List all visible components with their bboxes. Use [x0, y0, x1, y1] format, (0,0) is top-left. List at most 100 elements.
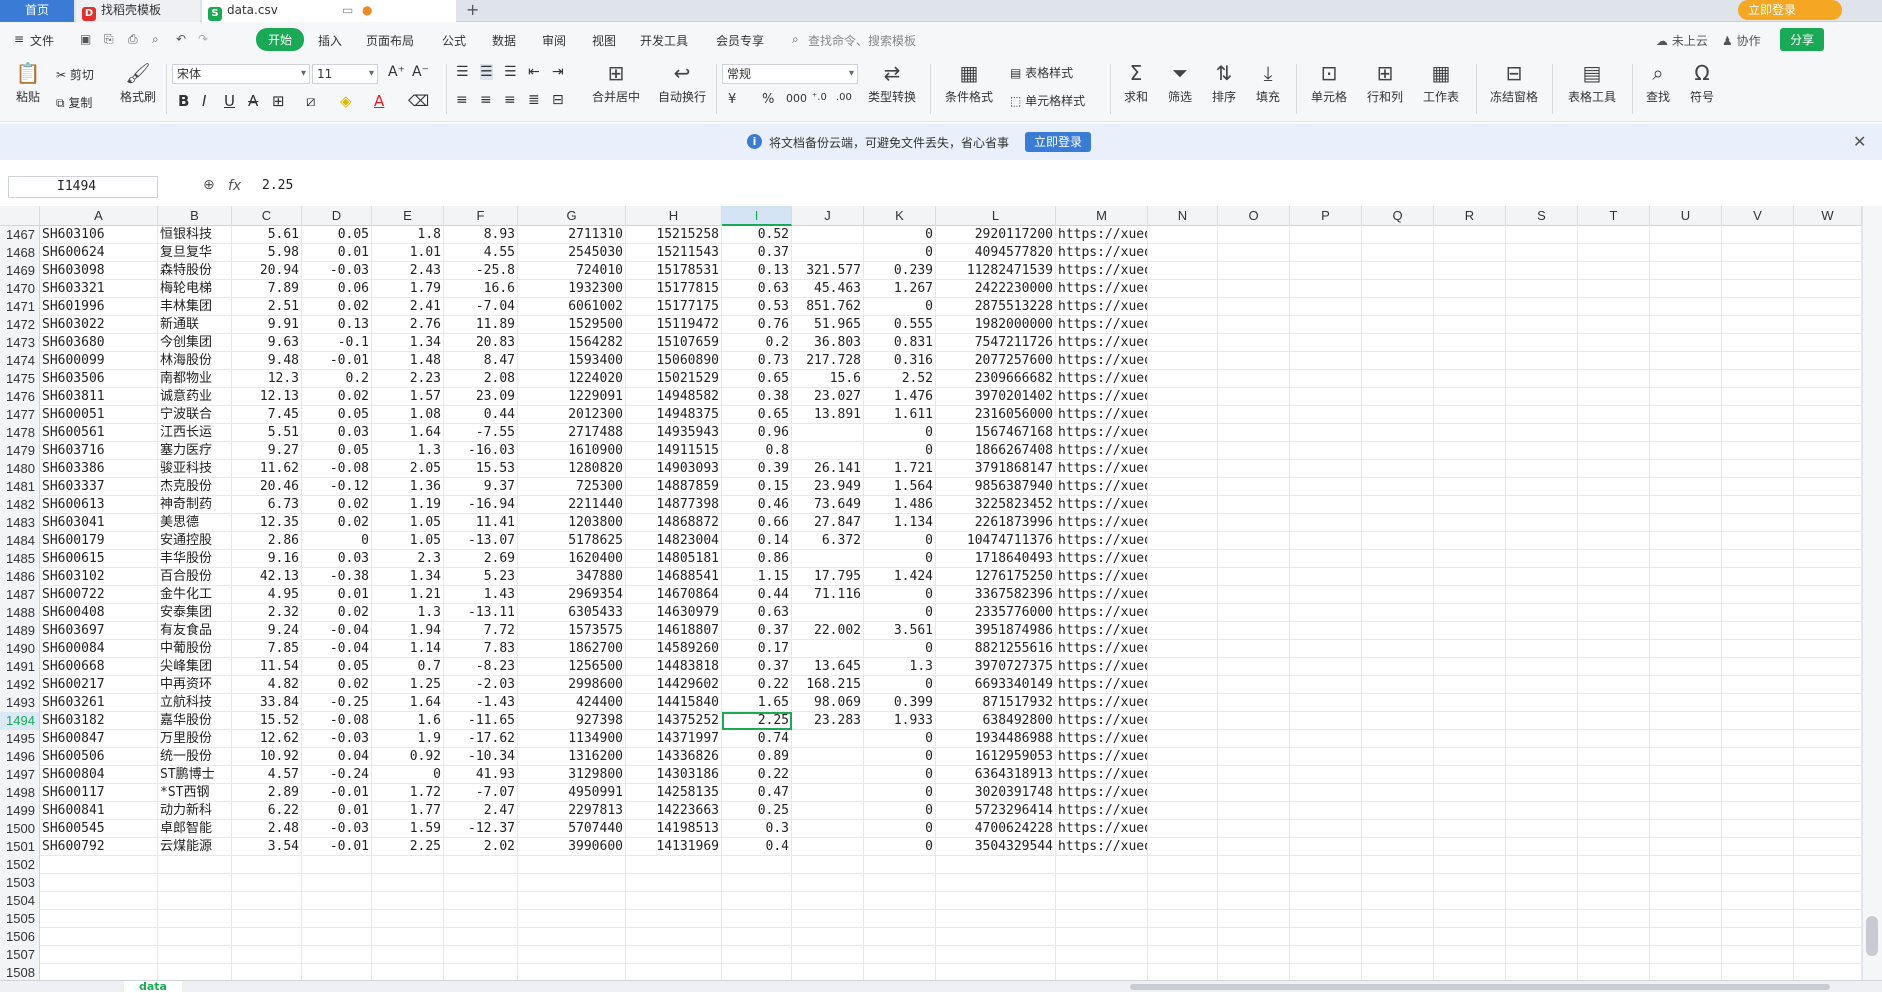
cell[interactable]: 3.561 [864, 622, 936, 640]
cell[interactable] [1650, 460, 1722, 478]
cell[interactable]: 4.57 [232, 766, 302, 784]
cell[interactable] [722, 928, 792, 946]
cell[interactable]: 1.48 [372, 352, 444, 370]
cell[interactable]: 1.3 [372, 442, 444, 460]
column-header-n[interactable]: N [1148, 206, 1218, 226]
cell[interactable] [1578, 316, 1650, 334]
cell[interactable] [372, 910, 444, 928]
cell[interactable]: 3367582396 [936, 586, 1056, 604]
cell[interactable]: 73.649 [792, 496, 864, 514]
cell[interactable]: 15.6 [792, 370, 864, 388]
cell[interactable] [1434, 676, 1506, 694]
cell[interactable]: 5723296414 [936, 802, 1056, 820]
cell[interactable]: -13.11 [444, 604, 518, 622]
cell[interactable] [1794, 442, 1862, 460]
cell[interactable] [1362, 658, 1434, 676]
cell[interactable]: 1.34 [372, 568, 444, 586]
cell[interactable] [1506, 586, 1578, 604]
cell[interactable] [1434, 748, 1506, 766]
row-header[interactable]: 1497 [0, 766, 40, 784]
cell[interactable] [1362, 730, 1434, 748]
cell[interactable] [1148, 442, 1218, 460]
cell[interactable] [1056, 892, 1148, 910]
cell[interactable]: 9.48 [232, 352, 302, 370]
cell[interactable] [1362, 892, 1434, 910]
column-header-p[interactable]: P [1290, 206, 1362, 226]
cell[interactable] [1218, 496, 1290, 514]
cell[interactable]: 丰华股份 [158, 550, 232, 568]
table-tool-button[interactable]: ▤ 表格工具 [1560, 62, 1624, 105]
cell[interactable]: 27.847 [792, 514, 864, 532]
cell[interactable] [1578, 694, 1650, 712]
cell[interactable]: 26.141 [792, 460, 864, 478]
cell[interactable] [1434, 532, 1506, 550]
align-right-icon[interactable]: ≡ [504, 92, 516, 108]
cell[interactable] [1506, 370, 1578, 388]
cell[interactable] [1650, 226, 1722, 244]
cell[interactable]: -0.38 [302, 568, 372, 586]
cell[interactable] [1506, 496, 1578, 514]
cell[interactable]: SH603022 [40, 316, 158, 334]
cell[interactable] [1506, 910, 1578, 928]
cell[interactable] [1794, 964, 1862, 980]
cloud-status[interactable]: ☁ 未上云 [1656, 32, 1708, 49]
cell[interactable] [1434, 838, 1506, 856]
cell[interactable]: 10.92 [232, 748, 302, 766]
cell[interactable]: 中再资环 [158, 676, 232, 694]
cell[interactable] [1794, 478, 1862, 496]
cell[interactable]: 15107659 [626, 334, 722, 352]
cell[interactable] [1148, 802, 1218, 820]
cell[interactable]: 2.23 [372, 370, 444, 388]
cell[interactable] [1148, 370, 1218, 388]
cell[interactable]: 2.47 [444, 802, 518, 820]
cell[interactable] [1650, 550, 1722, 568]
cell[interactable] [1650, 946, 1722, 964]
cell[interactable]: 有友食品 [158, 622, 232, 640]
cell[interactable] [1362, 334, 1434, 352]
cell[interactable] [1362, 388, 1434, 406]
cell[interactable] [1434, 514, 1506, 532]
cell[interactable] [1362, 244, 1434, 262]
cell[interactable] [1290, 766, 1362, 784]
cell[interactable]: SH600179 [40, 532, 158, 550]
cell[interactable] [1722, 928, 1794, 946]
cell[interactable] [372, 856, 444, 874]
cell[interactable] [1650, 964, 1722, 980]
cell[interactable] [1218, 280, 1290, 298]
cell[interactable]: 0.02 [302, 298, 372, 316]
cell[interactable]: 2.41 [372, 298, 444, 316]
cell[interactable]: 14223663 [626, 802, 722, 820]
cell[interactable] [1578, 298, 1650, 316]
cell[interactable] [722, 910, 792, 928]
cell[interactable]: 统一股份 [158, 748, 232, 766]
percent-icon[interactable]: % [762, 92, 774, 107]
font-color-icon[interactable]: A [374, 92, 384, 110]
cell[interactable] [626, 910, 722, 928]
cell[interactable]: https://xueqiu.com/S/SH600561 [1056, 424, 1148, 442]
cell[interactable] [1290, 640, 1362, 658]
cell[interactable] [1578, 928, 1650, 946]
border-icon[interactable]: ⊞ [272, 92, 285, 110]
cell[interactable]: 7.89 [232, 280, 302, 298]
cell[interactable]: https://xueqiu.com/S/SH600841 [1056, 802, 1148, 820]
decimal-decrease-icon[interactable]: .00 [836, 92, 852, 103]
cell[interactable] [1290, 568, 1362, 586]
cell[interactable]: -0.25 [302, 694, 372, 712]
cell[interactable]: 1.6 [372, 712, 444, 730]
cell[interactable]: 梅轮电梯 [158, 280, 232, 298]
cell[interactable]: 851.762 [792, 298, 864, 316]
cell[interactable]: -0.01 [302, 352, 372, 370]
row-header[interactable]: 1473 [0, 334, 40, 352]
cell[interactable] [1148, 226, 1218, 244]
currency-icon[interactable]: ¥ [728, 92, 736, 107]
cell[interactable] [1722, 874, 1794, 892]
cell[interactable]: 0 [864, 730, 936, 748]
cell[interactable]: 0 [864, 442, 936, 460]
cell[interactable] [626, 874, 722, 892]
cell[interactable]: 1.05 [372, 532, 444, 550]
cell[interactable] [1650, 874, 1722, 892]
cell[interactable] [372, 964, 444, 980]
cell[interactable] [1722, 964, 1794, 980]
cell[interactable] [40, 856, 158, 874]
cell[interactable]: -16.03 [444, 442, 518, 460]
